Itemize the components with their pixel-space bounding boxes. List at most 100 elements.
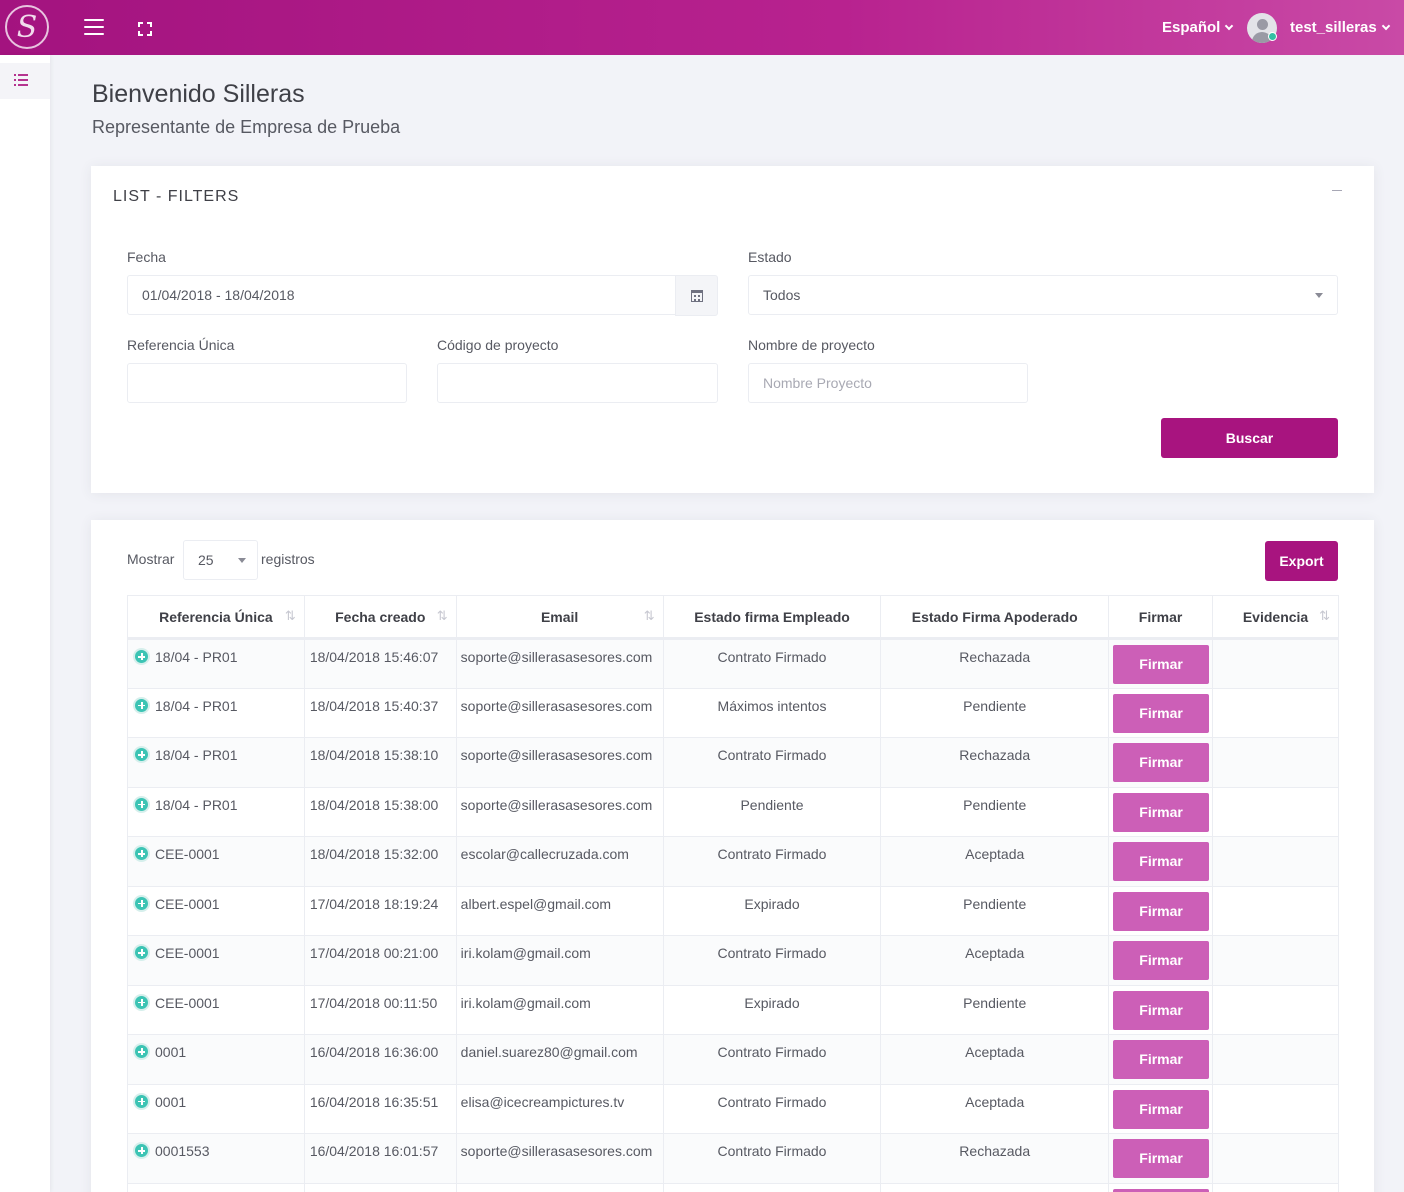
- language-label: Español: [1162, 19, 1221, 36]
- sign-button[interactable]: Firmar: [1113, 743, 1210, 782]
- cell-firmar: Firmar: [1108, 885, 1214, 936]
- top-bar: S Español test_silleras: [0, 0, 1404, 55]
- column-header-firmar: Firmar: [1108, 595, 1214, 640]
- cell-fecha: 17/04/2018 18:19:24: [303, 885, 457, 936]
- cell-estado-empleado: Contrato Firmado: [662, 1133, 882, 1184]
- calendar-button[interactable]: [675, 275, 718, 316]
- cell-estado-apoderado: Pendiente: [880, 786, 1110, 837]
- cell-estado-empleado: Expirado: [662, 984, 882, 1035]
- online-status-dot: [1268, 32, 1277, 41]
- expand-row-icon[interactable]: [133, 993, 150, 1011]
- expand-row-icon[interactable]: [133, 1142, 150, 1159]
- cell-evidencia: [1212, 1133, 1339, 1184]
- sign-button[interactable]: Firmar: [1113, 941, 1210, 980]
- expand-row-icon[interactable]: [133, 696, 150, 714]
- cell-firmar: Firmar: [1108, 687, 1214, 738]
- user-menu[interactable]: test_silleras: [1290, 19, 1390, 36]
- cell-estado-apoderado: Aceptada: [880, 836, 1110, 887]
- chevron-down-icon: [1381, 21, 1390, 31]
- sign-button[interactable]: Firmar: [1113, 1040, 1210, 1079]
- sign-button[interactable]: Firmar: [1113, 792, 1210, 832]
- cell-estado-apoderado: [880, 1182, 1110, 1192]
- expand-row-icon[interactable]: [133, 648, 150, 665]
- expand-row-icon[interactable]: [133, 944, 150, 961]
- cell-estado-empleado: Contrato Firmado: [662, 836, 882, 887]
- sign-button[interactable]: Firmar: [1113, 842, 1210, 881]
- column-header-referencia[interactable]: Referencia Única ⇅: [127, 595, 305, 640]
- cell-email: soporte@sillerasasesores.com: [455, 737, 664, 788]
- sign-button[interactable]: Firmar: [1113, 1188, 1210, 1192]
- show-label: Mostrar: [127, 551, 175, 567]
- calendar-icon: [691, 290, 703, 302]
- expand-row-icon[interactable]: [133, 1092, 150, 1110]
- cell-email: escolar@callecruzada.com: [455, 836, 664, 887]
- cell-email: elisa@icecreampictures.tv: [455, 1083, 664, 1134]
- table-row: 0001553 16/04/2018 16:01:57 soporte@siller…: [127, 1133, 1339, 1184]
- column-header-evidencia[interactable]: Evidencia ⇅: [1212, 595, 1339, 640]
- search-button[interactable]: Buscar: [1161, 418, 1338, 458]
- sign-button[interactable]: Firmar: [1113, 1139, 1210, 1178]
- column-header-estado-empleado: Estado firma Empleado: [662, 595, 882, 640]
- referencia-input[interactable]: [127, 363, 407, 403]
- export-button[interactable]: Export: [1265, 541, 1338, 581]
- sign-button[interactable]: Firmar: [1113, 645, 1210, 684]
- cell-referencia: [127, 1182, 305, 1192]
- filters-title: LIST - FILTERS: [113, 188, 240, 205]
- cell-estado-apoderado: Pendiente: [880, 984, 1110, 1035]
- language-selector[interactable]: Español: [1162, 19, 1234, 36]
- sidebar-item-list[interactable]: [0, 63, 50, 99]
- sort-icon: ⇅: [284, 608, 296, 623]
- cell-estado-empleado: [662, 1182, 882, 1192]
- expand-row-icon[interactable]: [133, 894, 150, 912]
- cell-fecha: 16/04/2018 16:35:51: [303, 1083, 457, 1134]
- cell-referencia: CEE-0001: [127, 885, 305, 936]
- table-header-row: Referencia Única ⇅ Fecha creado ⇅ Email ⇅ E…: [127, 595, 1339, 640]
- cell-fecha: 18/04/2018 15:46:07: [303, 638, 457, 689]
- table-row: 18/04 - PR01 18/04/2018 15:46:07 soporte@s…: [127, 638, 1339, 689]
- logo[interactable]: S: [5, 5, 49, 49]
- table-row: 0001 16/04/2018 16:35:51 elisa@icecreampic…: [127, 1083, 1339, 1134]
- sort-icon: ⇅: [1319, 608, 1330, 623]
- cell-evidencia: [1212, 687, 1339, 738]
- cell-evidencia: [1212, 1034, 1339, 1085]
- codigo-input[interactable]: [437, 363, 718, 403]
- expand-row-icon[interactable]: [133, 1043, 150, 1060]
- column-header-email[interactable]: Email ⇅: [455, 595, 664, 640]
- nombre-input[interactable]: [748, 363, 1028, 403]
- expand-row-icon[interactable]: [133, 795, 150, 813]
- sign-button[interactable]: Firmar: [1113, 693, 1210, 733]
- fullscreen-icon[interactable]: [138, 22, 152, 36]
- column-header-fecha[interactable]: Fecha creado ⇅: [303, 595, 457, 640]
- table-row: CEE-0001 17/04/2018 00:11:50 iri.kolam@gma…: [127, 984, 1339, 1035]
- estado-select[interactable]: Todos: [748, 275, 1338, 315]
- list-icon: [14, 74, 28, 86]
- cell-firmar: Firmar: [1108, 786, 1214, 837]
- cell-referencia: CEE-0001: [127, 984, 305, 1035]
- sign-button[interactable]: Firmar: [1113, 891, 1210, 931]
- date-range-input[interactable]: [127, 275, 677, 315]
- cell-referencia: CEE-0001: [127, 836, 305, 887]
- cell-evidencia: [1212, 638, 1339, 689]
- page-size-select[interactable]: 25: [183, 540, 258, 580]
- menu-icon[interactable]: [84, 19, 104, 35]
- page-subtitle: Representante de Empresa de Prueba: [92, 117, 401, 137]
- cell-email: albert.espel@gmail.com: [455, 885, 664, 936]
- sign-button[interactable]: Firmar: [1113, 1089, 1210, 1129]
- cell-fecha: 18/04/2018 15:40:37: [303, 687, 457, 738]
- cell-estado-apoderado: Aceptada: [880, 1083, 1110, 1134]
- cell-evidencia: [1212, 786, 1339, 837]
- cell-firmar: Firmar: [1108, 984, 1214, 1035]
- expand-row-icon[interactable]: [133, 845, 150, 862]
- expand-row-icon[interactable]: [133, 746, 150, 763]
- sign-button[interactable]: Firmar: [1113, 990, 1210, 1030]
- cell-estado-empleado: Máximos intentos: [662, 687, 882, 738]
- cell-evidencia: [1212, 737, 1339, 788]
- cell-evidencia: [1212, 1182, 1339, 1192]
- collapse-icon[interactable]: [1332, 190, 1342, 191]
- cell-estado-apoderado: Pendiente: [880, 687, 1110, 738]
- cell-fecha: 17/04/2018 00:21:00: [303, 935, 457, 986]
- results-table: Referencia Única ⇅ Fecha creado ⇅ Email ⇅ E…: [127, 595, 1339, 1192]
- cell-evidencia: [1212, 935, 1339, 986]
- table-row: 18/04 - PR01 18/04/2018 15:40:37 soporte@s…: [127, 687, 1339, 738]
- page-title: Bienvenido Silleras: [92, 80, 305, 108]
